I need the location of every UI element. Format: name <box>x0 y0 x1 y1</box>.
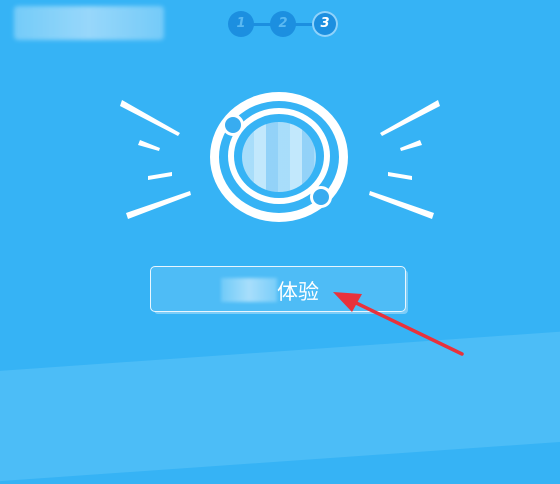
step-1: 1 <box>228 11 254 37</box>
ray-right-1 <box>380 100 440 136</box>
background-wedge <box>0 326 560 484</box>
logo-dot-top-left <box>222 114 244 136</box>
ray-right-3 <box>388 172 412 180</box>
step-3-active: 3 <box>312 11 338 37</box>
ray-left-3 <box>148 172 172 180</box>
logo-dot-bottom-right <box>310 186 332 208</box>
ray-left-2 <box>138 140 160 151</box>
ray-right-4 <box>369 191 434 219</box>
ray-left-1 <box>120 100 180 136</box>
redacted-button-text <box>221 278 277 302</box>
redacted-app-title <box>14 6 164 40</box>
ray-left-4 <box>126 191 191 219</box>
step-indicator: 1 2 3 <box>226 8 338 40</box>
app-logo-icon <box>208 90 354 226</box>
step-2: 2 <box>270 11 296 37</box>
button-label: 体验 <box>277 280 319 304</box>
logo-core <box>242 122 316 192</box>
start-experience-button[interactable]: 体验 <box>150 266 406 312</box>
ray-right-2 <box>400 140 422 151</box>
